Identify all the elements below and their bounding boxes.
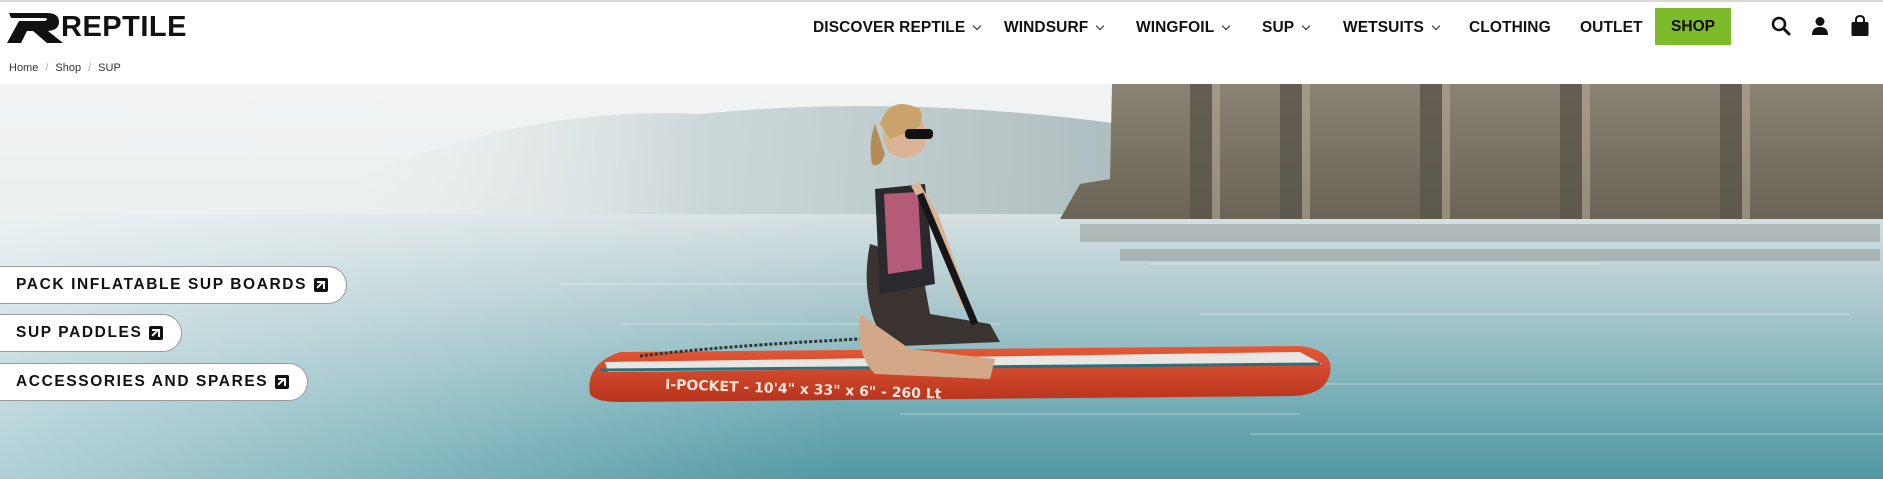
breadcrumb-home[interactable]: Home [9,62,38,74]
chevron-down-icon [1096,21,1105,31]
main-nav: DISCOVER REPTILE WINDSURF WINGFOIL SUP W… [0,2,1883,54]
cart-icon[interactable] [1849,14,1871,38]
link-accessories-and-spares[interactable]: ACCESSORIES AND SPARES [0,363,309,401]
link-label: SUP PADDLES [16,324,143,341]
shop-button[interactable]: SHOP [1655,8,1731,45]
nav-label: SUP [1262,19,1295,36]
nav-outlet[interactable]: OUTLET [1580,17,1643,39]
nav-wingfoil[interactable]: WINGFOIL [1136,17,1231,39]
breadcrumb-current: SUP [98,62,121,74]
link-label: PACK INFLATABLE SUP BOARDS [16,276,308,293]
nav-discover-reptile[interactable]: DISCOVER REPTILE [813,17,982,39]
nav-windsurf[interactable]: WINDSURF [1004,17,1105,39]
nav-label: DISCOVER REPTILE [813,19,966,36]
chevron-down-icon [973,21,982,31]
nav-wetsuits[interactable]: WETSUITS [1343,17,1441,39]
search-icon[interactable] [1770,14,1792,38]
link-sup-paddles[interactable]: SUP PADDLES [0,314,183,352]
nav-label: CLOTHING [1469,19,1551,36]
account-icon[interactable] [1809,14,1831,38]
breadcrumb-separator: / [45,62,49,74]
external-link-icon [149,326,164,340]
nav-label: WETSUITS [1343,19,1424,36]
site-header: REPTILE DISCOVER REPTILE WINDSURF WINGFO… [0,2,1883,54]
breadcrumb-separator: / [88,62,92,74]
link-pack-inflatable-sup-boards[interactable]: PACK INFLATABLE SUP BOARDS [0,266,348,304]
nav-sup[interactable]: SUP [1262,17,1311,39]
breadcrumb-shop[interactable]: Shop [55,62,81,74]
external-link-icon [314,278,329,292]
hero-banner: I-POCKET - 10'4" x 33" x 6" - 260 Lt PAC… [0,84,1883,479]
nav-label: OUTLET [1580,19,1643,36]
external-link-icon [275,375,290,389]
breadcrumb: Home / Shop / SUP [9,62,121,74]
nav-label: WINDSURF [1004,19,1089,36]
nav-clothing[interactable]: CLOTHING [1469,17,1551,39]
chevron-down-icon [1222,21,1231,31]
link-label: ACCESSORIES AND SPARES [16,373,269,390]
chevron-down-icon [1301,21,1311,31]
chevron-down-icon [1431,21,1441,31]
nav-label: WINGFOIL [1136,19,1215,36]
